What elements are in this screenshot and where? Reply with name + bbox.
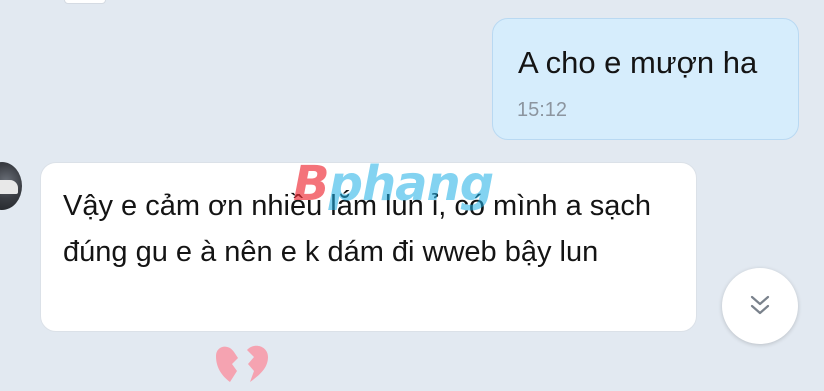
outgoing-message-bubble[interactable]: A cho e mượn ha 15:12	[492, 18, 799, 140]
broken-heart-icon	[216, 345, 268, 382]
previous-message-edge	[64, 0, 106, 4]
avatar-detail	[0, 180, 18, 194]
message-timestamp: 15:12	[517, 99, 568, 121]
incoming-message-bubble[interactable]: Vậy e cảm ơn nhiều lắm lun ỉ, có mình a …	[40, 162, 697, 332]
reaction-badge[interactable]	[212, 344, 272, 391]
double-chevron-down-icon	[750, 295, 770, 315]
outgoing-message-text: A cho e mượn ha	[518, 45, 758, 80]
scroll-to-bottom-button[interactable]	[722, 268, 798, 344]
incoming-message-text: Vậy e cảm ơn nhiều lắm lun ỉ, có mình a …	[63, 190, 652, 268]
sender-avatar[interactable]	[0, 162, 22, 210]
